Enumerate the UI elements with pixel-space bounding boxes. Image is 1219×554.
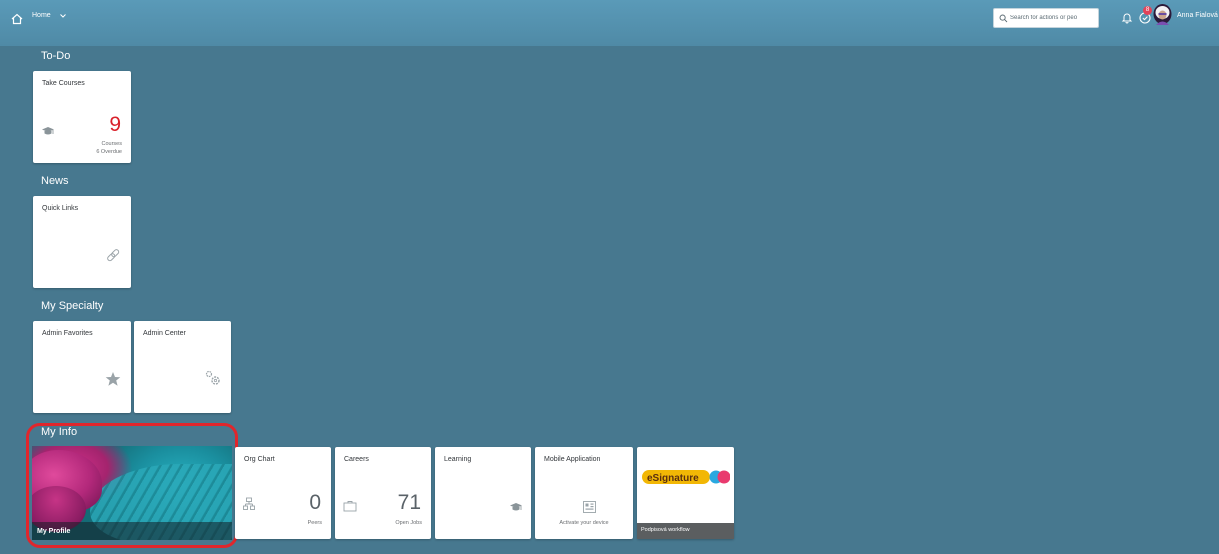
tile-title: Org Chart [244, 456, 275, 463]
learning-tile[interactable]: Learning [435, 447, 531, 539]
gears-icon [205, 370, 220, 385]
careers-tile[interactable]: Careers 71 Open Jobs [335, 447, 431, 539]
tile-title: Admin Center [143, 330, 186, 337]
search-field[interactable] [993, 8, 1099, 28]
my-profile-tile[interactable]: My Profile [32, 446, 232, 540]
overdue-count: 6 Overdue [96, 149, 122, 155]
avatar[interactable] [1153, 4, 1172, 26]
tile-title: Careers [344, 456, 369, 463]
star-icon [105, 372, 121, 386]
home-menu-label[interactable]: Home [32, 12, 51, 19]
shell-bar: Home 8 Anna Fialová [0, 0, 1219, 46]
section-title-my-specialty: My Specialty [41, 300, 104, 312]
link-icon [107, 249, 120, 262]
courses-unit: Courses [101, 141, 122, 147]
tile-title: My Profile [37, 528, 71, 535]
esignature-logo-text: eSignature [647, 473, 699, 484]
tile-title: Quick Links [42, 205, 79, 212]
graduation-cap-icon [510, 503, 522, 511]
notification-count-badge[interactable]: 8 [1143, 6, 1152, 15]
mobile-application-tile[interactable]: Mobile Application Activate your device [535, 447, 633, 539]
section-title-todo: To-Do [41, 50, 71, 62]
admin-favorites-tile[interactable]: Admin Favorites [33, 321, 131, 413]
home-icon[interactable] [10, 12, 24, 26]
tile-title: Mobile Application [544, 456, 601, 463]
bell-icon[interactable] [1121, 11, 1133, 24]
search-input[interactable] [1010, 11, 1096, 25]
tile-title: Admin Favorites [42, 330, 93, 337]
quick-links-tile[interactable]: Quick Links [33, 196, 131, 288]
briefcase-icon [343, 501, 357, 512]
esignature-footer-label: Podpisová workflow [641, 527, 690, 533]
graduation-cap-icon [42, 127, 54, 135]
courses-count: 9 [109, 113, 121, 136]
tile-title: Take Courses [42, 80, 85, 87]
activate-device-text: Activate your device [559, 520, 609, 526]
admin-center-tile[interactable]: Admin Center [134, 321, 231, 413]
peers-unit: Peers [307, 520, 322, 526]
open-jobs-count: 71 [397, 491, 421, 514]
peers-count: 0 [309, 491, 321, 514]
user-name[interactable]: Anna Fialová [1177, 12, 1218, 19]
take-courses-tile[interactable]: Take Courses 9 Courses 6 Overdue [33, 71, 131, 163]
chevron-down-icon[interactable] [58, 11, 68, 21]
section-title-news: News [41, 175, 69, 187]
org-chart-icon [243, 497, 255, 510]
search-icon[interactable] [999, 14, 1008, 23]
open-jobs-unit: Open Jobs [395, 520, 422, 526]
tile-title: Learning [444, 456, 472, 463]
esignature-tile[interactable]: eSignature Podpisová workflow [637, 447, 734, 539]
qr-code-icon [583, 501, 596, 513]
section-title-my-info: My Info [41, 426, 78, 438]
esignature-footer: Podpisová workflow [637, 523, 734, 539]
org-chart-tile[interactable]: Org Chart 0 Peers [235, 447, 331, 539]
esignature-logo: eSignature [642, 470, 730, 484]
